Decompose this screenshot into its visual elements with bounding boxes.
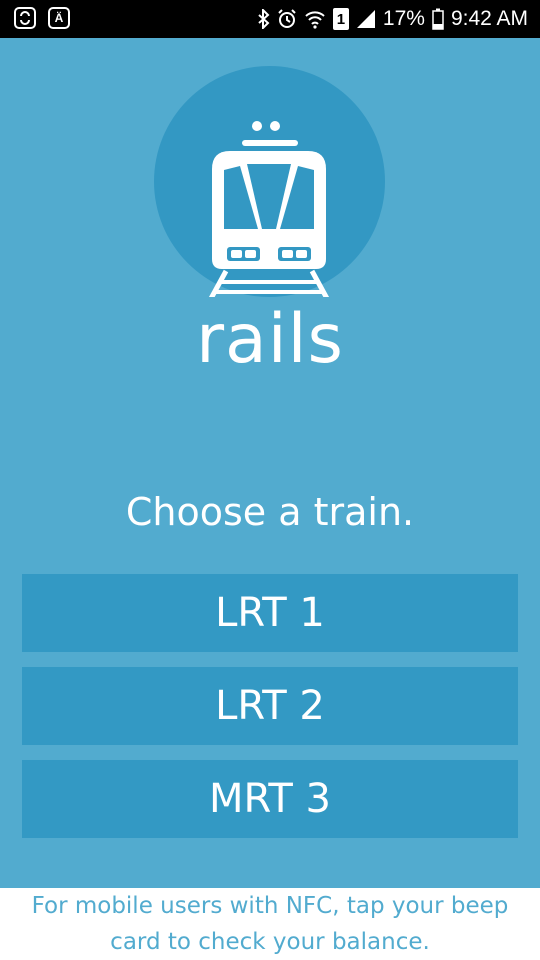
bluetooth-icon — [258, 9, 270, 29]
battery-percent: 17% — [382, 7, 425, 30]
sync-icon — [14, 7, 36, 29]
logo — [154, 66, 385, 297]
status-bar: Ä 1 17% 9:42 AM — [0, 0, 540, 38]
main-screen: rails Choose a train. LRT 1 LRT 2 MRT 3 — [0, 38, 540, 888]
app-title: rails — [196, 300, 344, 379]
footer-line2: card to check your balance. — [110, 929, 430, 955]
alarm-icon — [277, 9, 297, 29]
signal-icon — [356, 9, 376, 29]
train-button-lrt1[interactable]: LRT 1 — [22, 574, 518, 652]
sim-icon: 1 — [332, 8, 349, 30]
train-button-mrt3[interactable]: MRT 3 — [22, 760, 518, 838]
wifi-icon — [304, 9, 326, 29]
sim-label: 1 — [336, 10, 346, 28]
choose-train-prompt: Choose a train. — [125, 490, 415, 534]
clock: 9:42 AM — [450, 7, 528, 30]
train-icon — [208, 121, 330, 297]
auto-text-icon: Ä — [48, 7, 70, 29]
train-button-lrt2[interactable]: LRT 2 — [22, 667, 518, 745]
nfc-footer: For mobile users with NFC, tap your beep… — [0, 888, 540, 960]
footer-line1: For mobile users with NFC, tap your beep — [31, 893, 509, 919]
auto-text-label: Ä — [54, 11, 64, 25]
battery-icon — [432, 8, 444, 30]
